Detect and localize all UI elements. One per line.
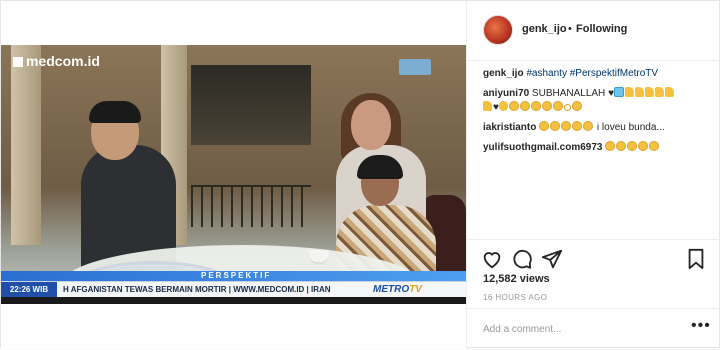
comment-username[interactable]: aniyuni70 — [483, 88, 529, 99]
smile-emoji-icon — [541, 101, 552, 111]
thumbs-up-emoji-icon — [645, 87, 654, 97]
smile-emoji-icon — [530, 101, 541, 111]
comment-item: iakristianto i loveu bunda... — [483, 121, 709, 135]
header-username[interactable]: genk_ijo — [522, 23, 567, 35]
window — [191, 65, 311, 145]
metrotv-logo: METROTV — [373, 282, 466, 298]
blush-emoji-icon — [561, 121, 572, 131]
comment-text: SUBHANALLAH — [531, 88, 606, 99]
grin-emoji-icon — [571, 101, 582, 111]
comment-text: i loveu bunda... — [596, 122, 665, 133]
post-sidebar: genk_ijo • Following genk_ijo #ashanty #… — [467, 1, 720, 349]
blush-emoji-icon — [616, 141, 627, 151]
blush-emoji-icon — [627, 141, 638, 151]
comment-bubble-icon[interactable] — [511, 248, 533, 270]
diamond-emoji-icon — [614, 87, 624, 97]
ear-emoji-icon — [498, 101, 508, 111]
metro-logo-accent: TV — [409, 284, 422, 295]
comment-username[interactable]: iakristianto — [483, 122, 536, 133]
following-button[interactable]: Following — [576, 23, 627, 35]
ticker-text: H AFGANISTAN TEWAS BERMAIN MORTIR | WWW.… — [63, 285, 331, 294]
blush-emoji-icon — [605, 141, 616, 151]
thumbs-up-emoji-icon — [665, 87, 674, 97]
medcom-logo: medcom.id — [13, 53, 100, 69]
metro-logo-main: METRO — [373, 284, 410, 295]
post-media: medcom.id PERSPEKTIF 22:26 WIB H AFGANIS… — [1, 1, 467, 349]
channel-logo-text: medcom.id — [26, 53, 100, 69]
like-heart-icon[interactable] — [481, 248, 503, 270]
ticker-time: 22:26 WIB — [1, 282, 57, 298]
network-badge-icon — [399, 59, 431, 75]
comment-input[interactable] — [483, 321, 683, 337]
thumbs-up-emoji-icon — [625, 87, 634, 97]
pillar-left — [11, 45, 41, 245]
view-count[interactable]: 12,582 views — [483, 273, 550, 285]
comment-username[interactable]: yulifsuothgmail.com6973 — [483, 142, 602, 153]
host-man-hair — [89, 101, 141, 123]
caption-hashtags[interactable]: #ashanty #PerspektifMetroTV — [526, 68, 658, 79]
program-banner-label: PERSPEKTIF — [201, 271, 272, 280]
blush-emoji-icon — [572, 121, 583, 131]
thumbs-up-emoji-icon — [635, 87, 644, 97]
thumbs-up-emoji-icon — [483, 101, 492, 111]
logo-square-icon — [13, 57, 23, 67]
smile-emoji-icon — [519, 101, 530, 111]
comment-item: yulifsuothgmail.com6973 — [483, 141, 709, 155]
blush-emoji-icon — [638, 141, 649, 151]
post-header: genk_ijo • Following — [467, 1, 720, 61]
instagram-post: medcom.id PERSPEKTIF 22:26 WIB H AFGANIS… — [0, 0, 720, 349]
program-banner: PERSPEKTIF — [1, 271, 466, 281]
comment-item: aniyuni70 SUBHANALLAH ♥ ♥ — [483, 87, 709, 115]
header-separator: • — [568, 23, 572, 35]
thumbs-up-emoji-icon — [655, 87, 664, 97]
blush-emoji-icon — [649, 141, 660, 151]
tea-cup — [309, 250, 329, 262]
blush-emoji-icon — [539, 121, 550, 131]
heart-emoji-icon: ♥ — [493, 102, 499, 113]
comments-list: genk_ijo #ashanty #PerspektifMetroTV ani… — [483, 67, 709, 161]
blush-emoji-icon — [583, 121, 594, 131]
railing — [191, 185, 311, 227]
add-comment-section: ••• — [467, 308, 720, 350]
small-emoji-icon — [563, 104, 571, 111]
blush-emoji-icon — [550, 121, 561, 131]
news-ticker: 22:26 WIB H AFGANISTAN TEWAS BERMAIN MOR… — [1, 281, 466, 298]
caption: genk_ijo #ashanty #PerspektifMetroTV — [483, 67, 709, 81]
video-player[interactable]: medcom.id PERSPEKTIF 22:26 WIB H AFGANIS… — [1, 45, 466, 304]
smile-emoji-icon — [552, 101, 563, 111]
avatar[interactable] — [483, 15, 513, 45]
video-bottom-strip — [1, 297, 466, 304]
caption-username[interactable]: genk_ijo — [483, 68, 524, 79]
smile-emoji-icon — [508, 101, 519, 111]
woman-standing-head — [351, 100, 391, 150]
post-timestamp[interactable]: 16 HOURS AGO — [483, 293, 547, 302]
share-plane-icon[interactable] — [541, 248, 563, 270]
save-bookmark-icon[interactable] — [685, 248, 707, 270]
more-options-icon[interactable]: ••• — [691, 317, 711, 335]
